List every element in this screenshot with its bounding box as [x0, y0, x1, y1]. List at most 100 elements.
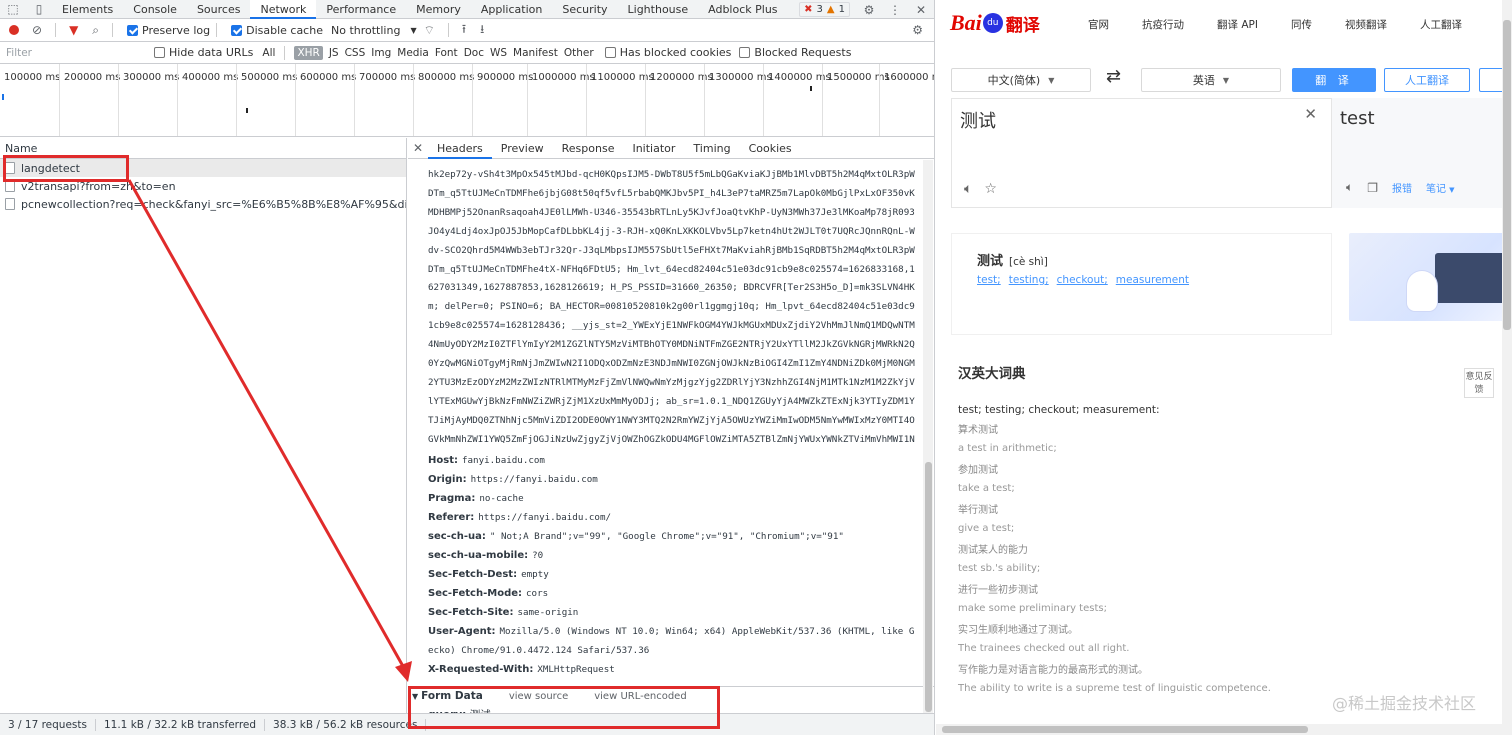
- target-language-select[interactable]: 英语 ▼: [1141, 68, 1281, 92]
- filter-input[interactable]: Filter: [6, 47, 146, 59]
- throttling-value: No throttling: [330, 23, 401, 37]
- inspect-icon[interactable]: ⬚: [0, 0, 26, 19]
- settings-gear-icon[interactable]: ⚙: [856, 0, 882, 19]
- swap-languages-icon[interactable]: ⇄: [1106, 66, 1121, 87]
- file-icon: [5, 198, 15, 210]
- export-har-icon[interactable]: ⭳: [480, 20, 484, 41]
- tab-console[interactable]: Console: [123, 0, 187, 19]
- tab-initiator[interactable]: Initiator: [623, 138, 684, 159]
- nav-item-api[interactable]: 翻译 API: [1217, 17, 1258, 32]
- tab-response[interactable]: Response: [553, 138, 624, 159]
- filter-type-manifest[interactable]: Manifest: [513, 47, 558, 59]
- form-data-title[interactable]: Form Data: [421, 690, 483, 702]
- filter-type-img[interactable]: Img: [371, 47, 391, 59]
- notes-link[interactable]: 笔记 ▼: [1426, 180, 1455, 195]
- clear-icon[interactable]: ⊘: [32, 23, 42, 37]
- tab-timing[interactable]: Timing: [684, 138, 739, 159]
- tab-sources[interactable]: Sources: [187, 0, 251, 19]
- human-translation-button[interactable]: 人工翻译: [1384, 68, 1470, 92]
- issues-badge[interactable]: ✖ 3 ▲ 1: [799, 2, 850, 17]
- filter-type-font[interactable]: Font: [435, 47, 458, 59]
- feedback-button[interactable]: 意见反馈: [1464, 368, 1494, 398]
- warning-count: 1: [838, 4, 845, 15]
- tab-cookies[interactable]: Cookies: [740, 138, 801, 159]
- tab-adblock-plus[interactable]: Adblock Plus: [698, 0, 787, 19]
- filter-type-all[interactable]: All: [262, 47, 275, 59]
- view-url-encoded-link[interactable]: view URL-encoded: [594, 691, 686, 702]
- translate-button[interactable]: 翻 译: [1292, 68, 1376, 92]
- timeline-tick: 400000 ms: [177, 64, 238, 136]
- expand-triangle-icon[interactable]: ▼: [412, 692, 418, 701]
- disable-cache-checkbox[interactable]: Disable cache: [231, 24, 323, 37]
- tab-preview[interactable]: Preview: [492, 138, 553, 159]
- header-key: Sec-Fetch-Dest:: [428, 569, 518, 580]
- import-har-icon[interactable]: ⭱: [462, 20, 466, 41]
- header-key: Origin:: [428, 474, 467, 485]
- speaker-icon[interactable]: 🔈︎: [1346, 180, 1353, 195]
- clear-input-icon[interactable]: ✕: [1304, 105, 1317, 123]
- tab-headers[interactable]: Headers: [428, 138, 492, 159]
- promo-banner-image[interactable]: [1349, 233, 1512, 321]
- network-overview-timeline[interactable]: 100000 ms 200000 ms 300000 ms 400000 ms …: [0, 64, 934, 137]
- record-icon[interactable]: [9, 25, 19, 35]
- blocked-requests-checkbox[interactable]: Blocked Requests: [739, 46, 851, 59]
- view-source-link[interactable]: view source: [509, 691, 568, 702]
- source-language-select[interactable]: 中文(简体) ▼: [951, 68, 1091, 92]
- tab-memory[interactable]: Memory: [406, 0, 471, 19]
- meaning-link[interactable]: testing;: [1009, 274, 1049, 286]
- filter-type-doc[interactable]: Doc: [464, 47, 484, 59]
- tab-network[interactable]: Network: [250, 0, 317, 19]
- meaning-link[interactable]: test;: [977, 274, 1001, 286]
- filter-type-xhr[interactable]: XHR: [294, 45, 323, 60]
- nav-item-human-translation[interactable]: 人工翻译: [1420, 17, 1462, 32]
- meaning-link[interactable]: checkout;: [1057, 274, 1108, 286]
- filter-type-js[interactable]: JS: [329, 47, 339, 59]
- nav-item-official[interactable]: 官网: [1088, 17, 1109, 32]
- network-settings-icon[interactable]: ⚙: [912, 23, 923, 37]
- request-row-pcnewcollection[interactable]: pcnewcollection?req=check&fanyi_src=%E6%…: [0, 195, 406, 213]
- hide-data-urls-checkbox[interactable]: Hide data URLs: [154, 46, 253, 59]
- filter-type-css[interactable]: CSS: [345, 47, 366, 59]
- disable-cache-label: Disable cache: [246, 23, 323, 37]
- close-detail-icon[interactable]: ✕: [408, 141, 428, 155]
- chevron-down-icon: ▼: [1449, 186, 1455, 194]
- baidu-fanyi-logo[interactable]: Bai du 翻译: [950, 10, 1040, 36]
- detail-scrollbar-thumb[interactable]: [925, 462, 932, 712]
- meaning-link[interactable]: measurement: [1116, 274, 1189, 286]
- preserve-log-checkbox[interactable]: Preserve log: [127, 24, 210, 37]
- name-column-header[interactable]: Name: [0, 138, 406, 159]
- request-row-v2transapi[interactable]: v2transapi?from=zh&to=en: [0, 177, 406, 195]
- nav-item-interpretation[interactable]: 同传: [1291, 17, 1312, 32]
- tab-security[interactable]: Security: [552, 0, 617, 19]
- nav-item-antiepidemic[interactable]: 抗疫行动: [1142, 17, 1184, 32]
- network-conditions-icon[interactable]: ⌔: [424, 23, 435, 38]
- filter-type-other[interactable]: Other: [564, 47, 594, 59]
- tab-application[interactable]: Application: [471, 0, 552, 19]
- search-icon[interactable]: ⌕: [92, 23, 99, 38]
- request-row-langdetect[interactable]: langdetect: [0, 159, 406, 177]
- has-blocked-cookies-checkbox[interactable]: Has blocked cookies: [604, 46, 731, 59]
- filter-icon[interactable]: ▼: [69, 23, 78, 37]
- filter-type-ws[interactable]: WS: [490, 47, 507, 59]
- close-devtools-icon[interactable]: ✕: [908, 0, 934, 19]
- device-toolbar-icon[interactable]: ▯: [26, 0, 52, 19]
- filter-type-media[interactable]: Media: [397, 47, 429, 59]
- nav-item-video-translation[interactable]: 视频翻译: [1345, 17, 1387, 32]
- speaker-icon[interactable]: 🔈︎: [964, 181, 972, 197]
- report-error-link[interactable]: 报错: [1392, 180, 1412, 195]
- source-text[interactable]: 测试: [960, 107, 996, 133]
- page-horizontal-scrollbar-thumb[interactable]: [942, 726, 1308, 733]
- source-input-box[interactable]: 测试 ✕ 🔈︎ ☆: [951, 98, 1332, 208]
- simple-dictionary-card: 测试 [cè shì] test; testing; checkout; meas…: [951, 233, 1332, 335]
- header-value: same-origin: [517, 607, 579, 618]
- more-options-icon[interactable]: ⋮: [882, 0, 908, 19]
- tab-elements[interactable]: Elements: [52, 0, 123, 19]
- page-scrollbar-thumb[interactable]: [1503, 20, 1511, 330]
- timeline-request-mark: [2, 94, 4, 100]
- tab-lighthouse[interactable]: Lighthouse: [618, 0, 699, 19]
- star-icon[interactable]: ☆: [984, 181, 997, 197]
- throttling-select[interactable]: No throttling ▼: [331, 24, 417, 37]
- timeline-request-mark: [246, 108, 248, 113]
- tab-performance[interactable]: Performance: [316, 0, 406, 19]
- copy-icon[interactable]: ❐: [1367, 181, 1378, 195]
